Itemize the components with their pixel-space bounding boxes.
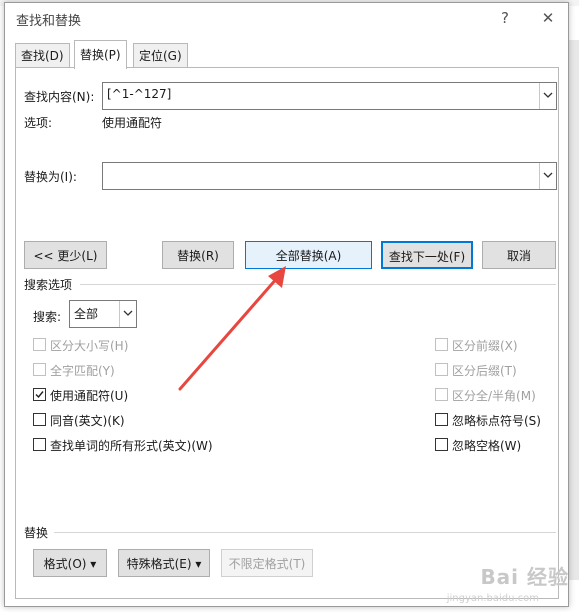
checkbox-box	[33, 413, 46, 426]
cancel-button[interactable]: 取消	[482, 241, 556, 269]
chevron-down-icon	[543, 172, 553, 178]
find-input-value: [^1-^127]	[107, 87, 172, 101]
replace-section-divider	[54, 532, 556, 533]
tab-replace[interactable]: 替换(P)	[74, 40, 127, 69]
checkbox-box	[435, 438, 448, 451]
search-options-divider	[80, 284, 556, 285]
less-button[interactable]: << 更少(L)	[24, 241, 107, 269]
no-formatting-button[interactable]: 不限定格式(T)	[221, 549, 313, 577]
tab-panel: 查找内容(N): [^1-^127] 选项: 使用通配符 替换为(I): << …	[15, 67, 559, 599]
checkbox-box	[33, 438, 46, 451]
title-bar: 查找和替换 ? ✕	[5, 3, 568, 33]
close-button[interactable]: ✕	[535, 7, 561, 29]
checkbox-box	[435, 363, 448, 376]
checkbox-label: 区分全/半角(M)	[452, 389, 536, 403]
chevron-down-icon	[123, 310, 133, 316]
search-direction-value: 全部	[74, 307, 99, 321]
search-direction-select[interactable]: 全部	[69, 300, 137, 328]
checkbox-box	[435, 388, 448, 401]
format-button[interactable]: 格式(O) ▾	[33, 549, 107, 577]
dialog-title: 查找和替换	[16, 14, 82, 29]
tab-find[interactable]: 查找(D)	[15, 43, 70, 68]
watermark-url: jingyan.baidu.com	[446, 593, 539, 604]
replace-dropdown-button[interactable]	[539, 163, 556, 189]
checkbox-label: 忽略标点符号(S)	[452, 414, 541, 428]
checkbox-label: 区分大小写(H)	[50, 339, 129, 353]
search-direction-dropdown[interactable]	[119, 301, 136, 327]
checkbox-label: 全字匹配(Y)	[50, 364, 115, 378]
checkmark-icon	[35, 391, 44, 399]
watermark-logo: Bai 经验	[480, 565, 569, 589]
checkbox-label: 同音(英文)(K)	[50, 414, 125, 428]
checkbox-label: 查找单词的所有形式(英文)(W)	[50, 439, 213, 453]
find-label: 查找内容(N):	[24, 90, 95, 104]
tab-goto[interactable]: 定位(G)	[133, 43, 188, 68]
find-input[interactable]: [^1-^127]	[102, 82, 557, 110]
options-value: 使用通配符	[102, 116, 163, 130]
checkbox-box	[435, 413, 448, 426]
search-direction-label: 搜索:	[33, 310, 62, 324]
find-replace-dialog: 查找和替换 ? ✕ 查找(D) 替换(P) 定位(G) 查找内容(N): [^1…	[4, 2, 569, 607]
chevron-down-icon	[543, 92, 553, 98]
replace-input[interactable]	[102, 162, 557, 190]
checkbox-box	[33, 338, 46, 351]
find-next-button[interactable]: 查找下一处(F)	[381, 241, 473, 269]
options-label: 选项:	[24, 116, 53, 130]
checkbox-label: 使用通配符(U)	[50, 389, 129, 403]
checkbox-label: 区分前缀(X)	[452, 339, 518, 353]
checkbox-box	[435, 338, 448, 351]
replace-section-heading: 替换	[24, 526, 49, 540]
search-options-heading: 搜索选项	[24, 278, 73, 292]
replace-button[interactable]: 替换(R)	[162, 241, 234, 269]
find-dropdown-button[interactable]	[539, 83, 556, 109]
help-button[interactable]: ?	[492, 7, 518, 29]
special-button[interactable]: 特殊格式(E) ▾	[118, 549, 210, 577]
checkbox-label: 区分后缀(T)	[452, 364, 517, 378]
replace-label: 替换为(I):	[24, 170, 77, 184]
checkbox-label: 忽略空格(W)	[452, 439, 522, 453]
replace-all-button[interactable]: 全部替换(A)	[245, 241, 372, 269]
checkbox-box	[33, 388, 46, 401]
checkbox-box	[33, 363, 46, 376]
